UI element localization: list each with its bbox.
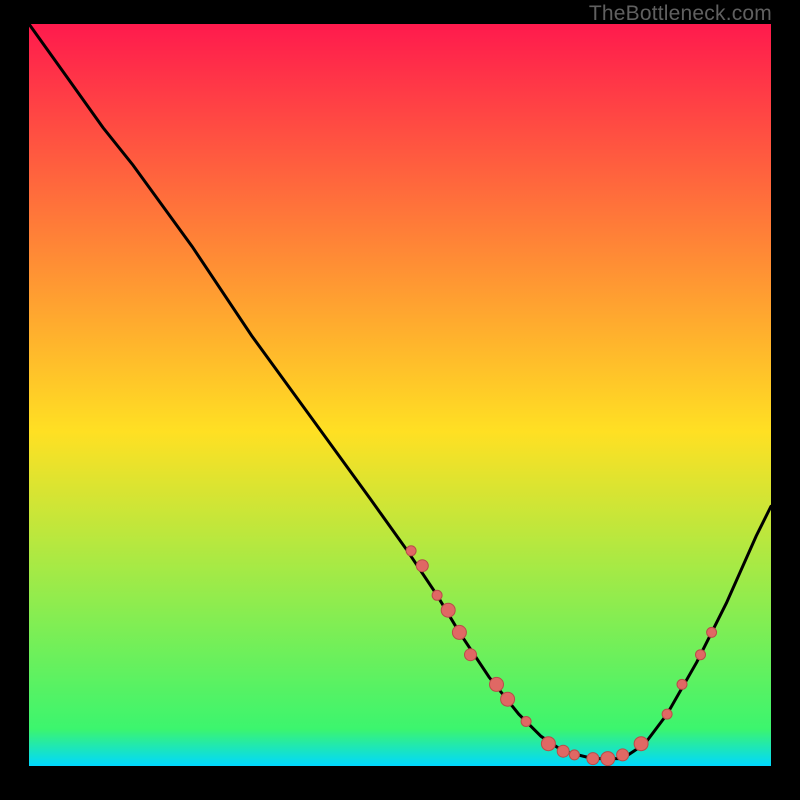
- plot-area: [29, 24, 771, 766]
- curve-marker: [662, 709, 672, 719]
- curve-marker: [707, 627, 717, 637]
- curve-marker: [557, 745, 569, 757]
- curve-marker: [452, 625, 466, 639]
- curve-marker: [634, 737, 648, 751]
- curve-marker: [465, 649, 477, 661]
- curve-marker: [521, 717, 531, 727]
- curve-marker: [490, 677, 504, 691]
- curve-marker: [441, 603, 455, 617]
- curve-marker: [696, 650, 706, 660]
- chart-frame: TheBottleneck.com: [0, 0, 800, 800]
- watermark-text: TheBottleneck.com: [589, 2, 772, 26]
- curve-marker: [587, 753, 599, 765]
- curve-marker: [416, 560, 428, 572]
- curve-marker: [501, 692, 515, 706]
- chart-svg: [29, 24, 771, 766]
- curve-marker: [601, 752, 615, 766]
- gradient-background: [29, 24, 771, 766]
- curve-marker: [406, 546, 416, 556]
- curve-marker: [432, 590, 442, 600]
- curve-marker: [677, 679, 687, 689]
- curve-marker: [569, 750, 579, 760]
- curve-marker: [541, 737, 555, 751]
- curve-marker: [617, 749, 629, 761]
